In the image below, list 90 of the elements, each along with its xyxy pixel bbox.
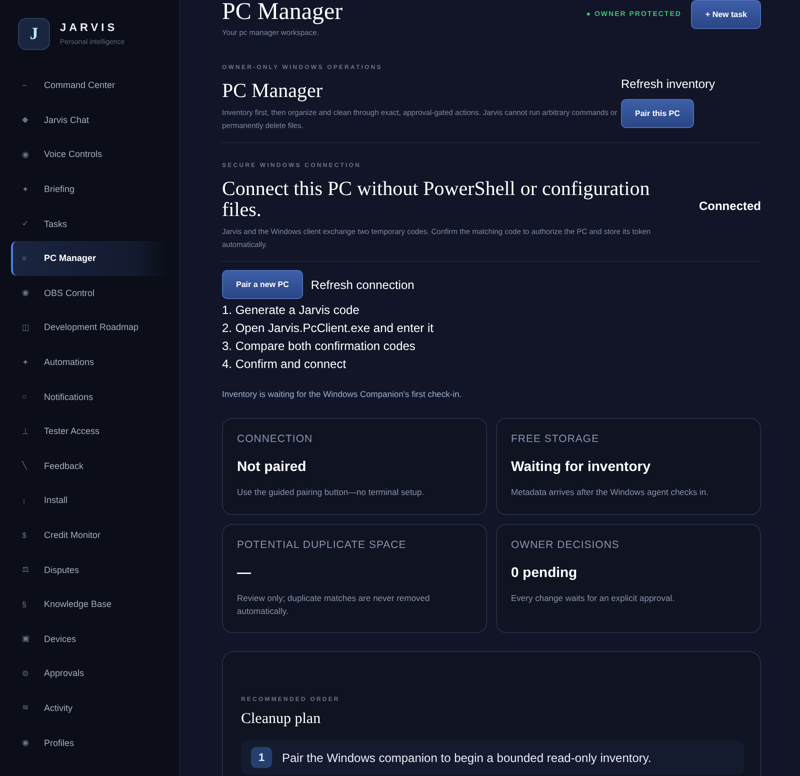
text-button[interactable]: Refresh connection <box>310 278 414 292</box>
nav-glyph: ◉ <box>22 150 30 159</box>
stat-label: FREE STORAGE <box>511 433 600 445</box>
sidebar-item[interactable]: ╲ Feedback <box>11 448 167 484</box>
stat-value: Waiting for inventory <box>511 458 652 474</box>
sidebar-item[interactable]: ◉ Profiles <box>11 725 167 760</box>
nav-glyph: § <box>22 600 28 609</box>
pairing-step: 2. Open Jarvis.PcClient.exe and enter it <box>222 321 761 335</box>
sidebar-item[interactable]: ◫ Development Roadmap <box>11 310 167 345</box>
nav-label: Development Roadmap <box>44 322 139 332</box>
nav-label: Install <box>44 495 68 506</box>
sidebar-item[interactable]: $ Credit Monitor <box>11 518 167 552</box>
nav-glyph: ⚖ <box>22 565 30 574</box>
section-title: Connect this PC without PowerShell or configuration files. <box>222 179 651 221</box>
sidebar-item[interactable]: ▣ Devices <box>11 622 167 656</box>
stat-label: OWNER DECISIONS <box>511 539 620 551</box>
stat-label: CONNECTION <box>237 433 314 445</box>
nav-glyph: ◫ <box>22 322 31 332</box>
page-title: PC Manager <box>222 0 343 24</box>
sidebar-item[interactable]: ≋ Activity <box>11 690 167 726</box>
nav-glyph: ◉ <box>22 738 30 748</box>
nav-label: Jarvis Chat <box>44 114 90 125</box>
nav-glyph: ≋ <box>22 703 30 712</box>
nav-label: Feedback <box>44 460 84 471</box>
section-title: PC Manager <box>222 81 324 102</box>
nav-glyph: ◉ <box>22 288 30 298</box>
primary-button[interactable]: Pair a new PC <box>222 270 303 299</box>
nav-label: Activity <box>44 702 73 713</box>
nav-label: Disputes <box>44 564 80 575</box>
step-text: Pair the Windows companion to begin a bounded read-only inventory. <box>282 750 652 764</box>
pairing-step: 3. Compare both confirmation codes <box>222 339 761 353</box>
nav-glyph: ↓ <box>22 496 27 505</box>
new-task-button[interactable]: + New task <box>691 0 761 29</box>
nav-label: Automations <box>44 357 94 368</box>
pairing-step: 1. Generate a Jarvis code <box>222 303 761 317</box>
logo-badge: J <box>18 18 50 50</box>
nav-glyph: ✦ <box>22 184 30 194</box>
nav-glyph: ⊥ <box>22 426 30 436</box>
nav-label: Devices <box>44 634 76 644</box>
nav-label: Command Center <box>44 80 116 90</box>
sidebar-item[interactable]: ✦ Briefing <box>11 172 167 206</box>
nav-glyph: ○ <box>22 392 28 402</box>
sidebar-item[interactable]: ◆ Jarvis Chat <box>11 102 167 138</box>
nav-glyph: ✦ <box>22 358 30 367</box>
sidebar-item[interactable]: ⊥ Tester Access <box>11 414 167 449</box>
nav-label: Briefing <box>44 184 75 194</box>
nav-label: Tester Access <box>44 426 100 436</box>
nav-label: Approvals <box>44 668 84 678</box>
nav-label: Credit Monitor <box>44 530 101 540</box>
nav-label: Tasks <box>44 218 68 229</box>
sidebar-item[interactable]: ✓ Tasks <box>11 206 167 241</box>
sidebar-item[interactable]: ⊜ Approvals <box>11 656 167 691</box>
nav-label: Voice Controls <box>44 149 102 160</box>
sidebar-item[interactable]: ~ Command Center <box>11 68 167 103</box>
inventory-notice: Inventory is waiting for the Windows Companion's first check-in. <box>222 389 463 399</box>
nav-label: PC Manager <box>44 253 96 264</box>
stat-label: POTENTIAL DUPLICATE SPACE <box>237 539 408 551</box>
nav-label: Knowledge Base <box>44 599 112 610</box>
stat-note: Use the guided pairing button—no terminal setup. <box>237 486 426 499</box>
sidebar-item[interactable]: ◉ Voice Controls <box>11 137 167 172</box>
nav-glyph: ╲ <box>22 461 28 470</box>
nav-glyph: ≡ <box>22 254 28 263</box>
nav-label: OBS Control <box>44 288 95 298</box>
nav-glyph: $ <box>22 530 28 540</box>
nav-label: Profiles <box>44 738 74 748</box>
stat-value: 0 pending <box>511 564 578 580</box>
sidebar-item[interactable]: ◉ OBS Control <box>11 276 167 310</box>
step-number: 1 <box>251 747 272 768</box>
stat-note: Metadata arrives after the Windows agent checks in. <box>511 486 710 499</box>
nav-label: Notifications <box>44 392 94 402</box>
stat-value: Not paired <box>237 458 308 474</box>
nav-glyph: ⊜ <box>22 668 30 678</box>
sidebar-item[interactable]: ↓ Install <box>11 483 167 518</box>
pairing-step: 4. Confirm and connect <box>222 357 761 371</box>
sidebar-item[interactable]: ○ Notifications <box>11 379 167 414</box>
sidebar-item[interactable]: § Knowledge Base <box>11 586 167 622</box>
sidebar-item[interactable]: ✦ Automations <box>11 344 167 380</box>
sidebar-item[interactable]: ⚖ Disputes <box>11 552 167 587</box>
nav-glyph: ▣ <box>22 634 31 644</box>
text-button[interactable]: Refresh inventory <box>621 77 716 91</box>
connection-status: Connected <box>698 199 761 213</box>
brand-name: JARVIS <box>60 22 119 34</box>
nav-glyph: ✓ <box>22 219 30 228</box>
nav-glyph: ~ <box>22 80 28 90</box>
stat-note: Review only; duplicate matches are never removed automatically. <box>237 592 431 618</box>
plan-title: Cleanup plan <box>241 711 322 728</box>
primary-button[interactable]: Pair this PC <box>621 99 694 128</box>
stat-value: — <box>237 564 252 580</box>
stat-note: Every change waits for an explicit approval. <box>511 592 676 605</box>
nav-glyph: ◆ <box>22 115 29 124</box>
